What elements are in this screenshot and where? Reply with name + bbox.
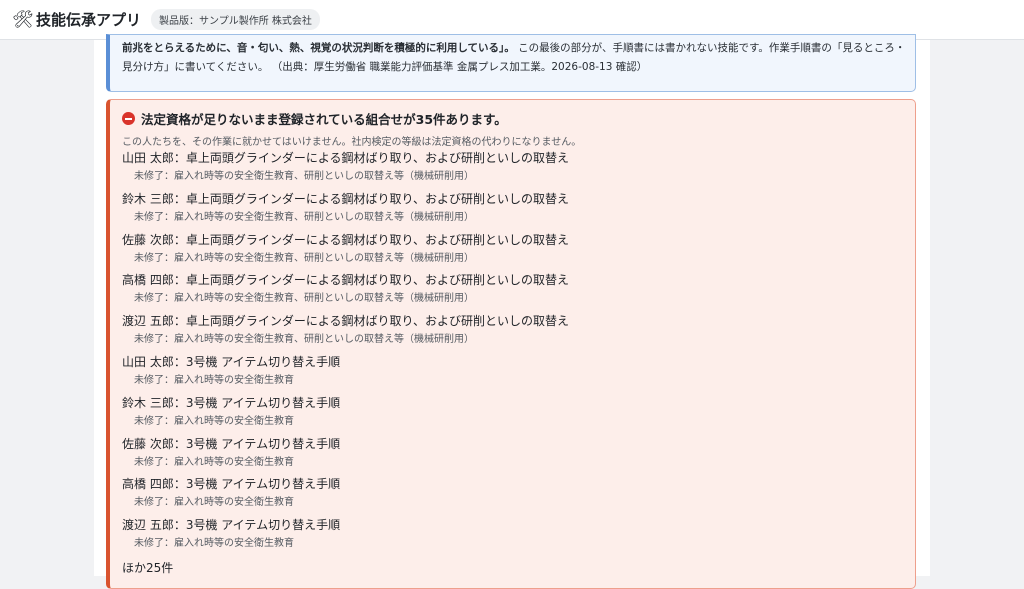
warning-entry: 山田 太郎：3号機 アイテム切り替え手順 未修了：雇入れ時等の安全衛生教育 <box>122 354 340 387</box>
entry-title: 渡辺 五郎：3号機 アイテム切り替え手順 <box>122 518 341 532</box>
entry-detail: 未修了：雇入れ時等の安全衛生教育、研削といしの取替え等（機械研削用） <box>134 212 474 223</box>
entry-title: 高橋 四郎：3号機 アイテム切り替え手順 <box>122 477 341 491</box>
entry-title: 渡辺 五郎：卓上両頭グラインダーによる鋼材ばり取り、および研削といしの取替え <box>122 314 569 328</box>
info-line-3: 見分け方」に書いてください。 （出典：厚生労働省 職業能力評価基準 金属プレス加… <box>122 61 648 73</box>
info-line-2-rest: この最後の部分が、手順書には書かれない技能です。作業手順書の「見るところ・ <box>514 42 906 54</box>
legal-qualification-warning: 法定資格が足りないまま登録されている組合せが35件あります。 この人たちを、その… <box>106 99 916 589</box>
edition-badge: 製品版：サンプル製作所 株式会社 <box>151 9 320 30</box>
info-line-2: 前兆をとらえるために、音・匂い、熱、視覚の状況判断を積極的に利用している」。 こ… <box>122 41 905 55</box>
entry-title: 鈴木 三郎：卓上両頭グラインダーによる鋼材ばり取り、および研削といしの取替え <box>122 192 569 206</box>
entry-detail: 未修了：雇入れ時等の安全衛生教育 <box>134 497 294 508</box>
warning-entry: 渡辺 五郎：3号機 アイテム切り替え手順 未修了：雇入れ時等の安全衛生教育 <box>122 517 340 550</box>
warning-subtitle: この人たちを、その作業に就かせてはいけません。社内検定の等級は法定資格の代わりに… <box>122 137 582 148</box>
warning-entry: 高橋 四郎：卓上両頭グラインダーによる鋼材ばり取り、および研削といしの取替え 未… <box>122 272 569 305</box>
warning-heading: 法定資格が足りないまま登録されている組合せが35件あります。 <box>122 109 507 128</box>
warning-entry: 鈴木 三郎：3号機 アイテム切り替え手順 未修了：雇入れ時等の安全衛生教育 <box>122 395 340 428</box>
info-callout: 前兆をとらえるために、音・匂い、熱、視覚の状況判断を積極的に利用している」。 こ… <box>106 34 916 92</box>
entry-detail: 未修了：雇入れ時等の安全衛生教育 <box>134 375 294 386</box>
warning-entry: 佐藤 次郎：3号機 アイテム切り替え手順 未修了：雇入れ時等の安全衛生教育 <box>122 436 340 469</box>
entry-title: 高橋 四郎：卓上両頭グラインダーによる鋼材ばり取り、および研削といしの取替え <box>122 273 569 287</box>
entry-detail: 未修了：雇入れ時等の安全衛生教育 <box>134 416 294 427</box>
warning-entry: 山田 太郎：卓上両頭グラインダーによる鋼材ばり取り、および研削といしの取替え 未… <box>122 150 569 183</box>
entry-title: 佐藤 次郎：3号機 アイテム切り替え手順 <box>122 437 341 451</box>
warning-entry: 鈴木 三郎：卓上両頭グラインダーによる鋼材ばり取り、および研削といしの取替え 未… <box>122 191 569 224</box>
warning-entry: 渡辺 五郎：卓上両頭グラインダーによる鋼材ばり取り、および研削といしの取替え 未… <box>122 313 569 346</box>
app-title[interactable]: 技能伝承アプリ <box>36 9 141 30</box>
no-entry-icon <box>122 112 135 125</box>
warning-entry: 佐藤 次郎：卓上両頭グラインダーによる鋼材ばり取り、および研削といしの取替え 未… <box>122 232 569 265</box>
warning-entry: 高橋 四郎：3号機 アイテム切り替え手順 未修了：雇入れ時等の安全衛生教育 <box>122 476 340 509</box>
entry-detail: 未修了：雇入れ時等の安全衛生教育、研削といしの取替え等（機械研削用） <box>134 253 474 264</box>
main-content: 前兆をとらえるために、音・匂い、熱、視覚の状況判断を積極的に利用している」。 こ… <box>94 34 930 589</box>
entry-detail: 未修了：雇入れ時等の安全衛生教育 <box>134 457 294 468</box>
warning-title: 法定資格が足りないまま登録されている組合せが35件あります。 <box>141 112 507 127</box>
entry-detail: 未修了：雇入れ時等の安全衛生教育 <box>134 538 294 549</box>
entry-detail: 未修了：雇入れ時等の安全衛生教育、研削といしの取替え等（機械研削用） <box>134 334 474 345</box>
entry-detail: 未修了：雇入れ時等の安全衛生教育、研削といしの取替え等（機械研削用） <box>134 171 474 182</box>
more-count: ほか25件 <box>122 561 174 575</box>
entry-title: 山田 太郎：卓上両頭グラインダーによる鋼材ばり取り、および研削といしの取替え <box>122 151 569 165</box>
entry-title: 鈴木 三郎：3号機 アイテム切り替え手順 <box>122 396 341 410</box>
entry-detail: 未修了：雇入れ時等の安全衛生教育、研削といしの取替え等（機械研削用） <box>134 293 474 304</box>
hammer-wrench-icon: 🛠 <box>12 9 34 30</box>
info-line-2-bold: 前兆をとらえるために、音・匂い、熱、視覚の状況判断を積極的に利用している」。 <box>122 42 515 54</box>
entry-title: 佐藤 次郎：卓上両頭グラインダーによる鋼材ばり取り、および研削といしの取替え <box>122 233 569 247</box>
entry-title: 山田 太郎：3号機 アイテム切り替え手順 <box>122 355 341 369</box>
